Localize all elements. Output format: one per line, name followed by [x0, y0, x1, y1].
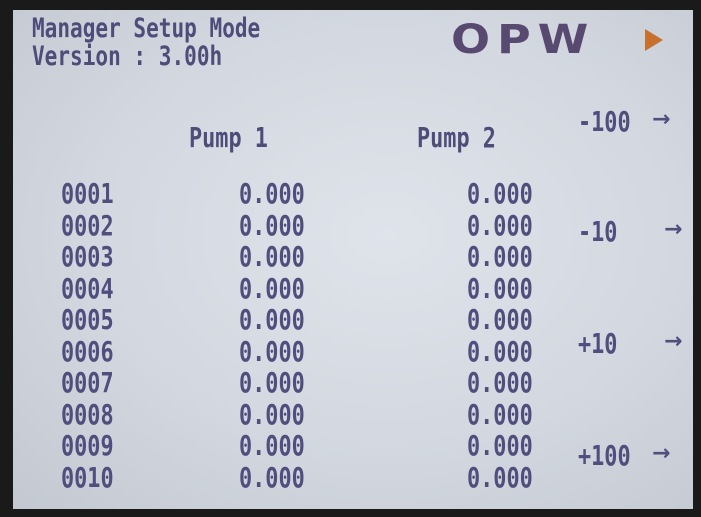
- table-row[interactable]: 0004 0.000 0.000: [61, 271, 561, 305]
- row-id: 0006: [61, 334, 114, 368]
- pump-2-value: 0.000: [467, 429, 533, 462]
- softkey-plus-10[interactable]: +10 →: [578, 326, 682, 362]
- column-header-pump-1: Pump 1: [189, 121, 268, 154]
- table-row[interactable]: 0005 0.000 0.000: [61, 304, 561, 336]
- pump-1-value: 0.000: [239, 177, 305, 210]
- table-row[interactable]: 0006 0.000 0.000: [61, 334, 561, 368]
- row-id: 0008: [61, 397, 114, 431]
- row-id: 0002: [61, 208, 114, 242]
- right-arrow-icon: →: [664, 329, 683, 354]
- pump-2-value: 0.000: [467, 334, 533, 368]
- softkey-label: -10: [578, 215, 618, 248]
- pump-2-value: 0.000: [467, 177, 533, 210]
- table-row[interactable]: 0008 0.000 0.000: [61, 397, 561, 431]
- pump-2-value: 0.000: [467, 303, 533, 336]
- row-id: 0004: [61, 271, 114, 305]
- logo-text: OPW: [451, 17, 596, 63]
- opw-logo: OPW: [451, 16, 663, 64]
- pump-1-value: 0.000: [239, 366, 305, 399]
- row-id: 0009: [61, 429, 114, 462]
- pump-value-table: 0001 0.000 0.000 0002 0.000 0.000 0003 0…: [61, 178, 561, 494]
- softkey-minus-10[interactable]: -10 →: [578, 214, 682, 250]
- pump-1-value: 0.000: [239, 303, 305, 336]
- row-id: 0001: [61, 177, 114, 210]
- pump-2-value: 0.000: [467, 460, 533, 494]
- softkey-plus-100[interactable]: +100 →: [578, 438, 670, 474]
- softkey-label: +10: [578, 327, 618, 360]
- pump-2-value: 0.000: [467, 397, 533, 431]
- table-row[interactable]: 0001 0.000 0.000: [61, 178, 561, 210]
- pump-2-value: 0.000: [467, 240, 533, 273]
- pump-1-value: 0.000: [239, 429, 305, 462]
- pump-1-value: 0.000: [239, 397, 305, 431]
- row-id: 0005: [61, 303, 114, 336]
- row-id: 0003: [61, 240, 114, 273]
- pump-2-value: 0.000: [467, 366, 533, 399]
- row-id: 0010: [61, 460, 114, 494]
- table-row[interactable]: 0010 0.000 0.000: [61, 460, 561, 494]
- pump-1-value: 0.000: [239, 334, 305, 368]
- pump-2-value: 0.000: [467, 271, 533, 305]
- lcd-screen: Manager Setup Mode Version : 3.00h OPW P…: [13, 10, 693, 509]
- pump-1-value: 0.000: [239, 240, 305, 273]
- column-header-pump-2: Pump 2: [417, 121, 496, 154]
- logo-arrow-icon: [645, 29, 663, 51]
- table-row[interactable]: 0007 0.000 0.000: [61, 367, 561, 399]
- right-arrow-icon: →: [664, 217, 683, 242]
- softkey-label: +100: [578, 439, 631, 472]
- table-row[interactable]: 0002 0.000 0.000: [61, 208, 561, 242]
- right-arrow-icon: →: [652, 441, 671, 466]
- row-id: 0007: [61, 366, 114, 399]
- pump-1-value: 0.000: [239, 208, 305, 242]
- pump-1-value: 0.000: [239, 460, 305, 494]
- pump-2-value: 0.000: [467, 208, 533, 242]
- right-arrow-icon: →: [652, 107, 671, 132]
- firmware-version: Version : 3.00h: [32, 41, 223, 72]
- table-row[interactable]: 0009 0.000 0.000: [61, 430, 561, 462]
- table-row[interactable]: 0003 0.000 0.000: [61, 241, 561, 273]
- pump-1-value: 0.000: [239, 271, 305, 305]
- softkey-label: -100: [578, 105, 631, 138]
- screen-title: Manager Setup Mode: [32, 13, 261, 44]
- softkey-minus-100[interactable]: -100 →: [578, 104, 670, 140]
